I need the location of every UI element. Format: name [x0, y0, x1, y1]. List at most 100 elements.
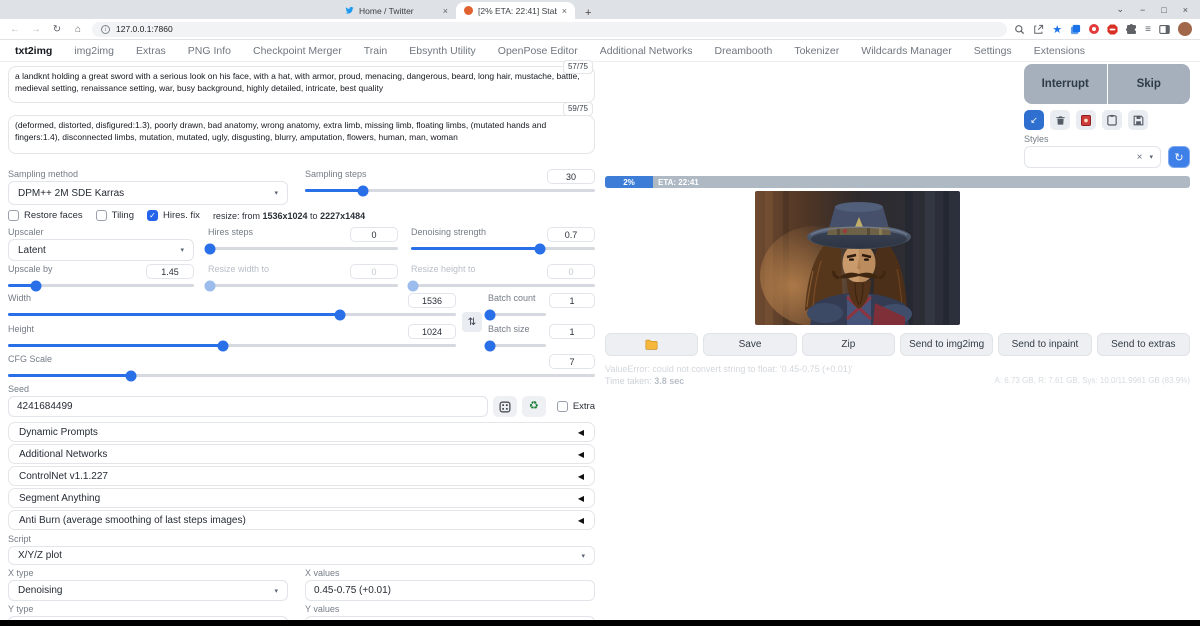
resize-width-input: 0	[350, 264, 398, 279]
upscale-by-slider[interactable]	[8, 280, 194, 291]
batch-count-input[interactable]: 1	[549, 293, 595, 308]
tab-checkpoint-merger[interactable]: Checkpoint Merger	[242, 45, 353, 57]
refresh-styles-button[interactable]: ↻	[1168, 146, 1190, 168]
styles-dropdown[interactable]: × ▾	[1024, 146, 1161, 168]
cfg-scale-input[interactable]: 7	[549, 354, 595, 369]
hires-steps-input[interactable]: 0	[350, 227, 398, 242]
tab-dreambooth[interactable]: Dreambooth	[704, 45, 784, 57]
open-folder-button[interactable]	[605, 333, 699, 356]
swap-dimensions-button[interactable]: ⇅	[462, 312, 482, 332]
negative-prompt-input[interactable]: (deformed, distorted, disfigured:1.3), p…	[8, 115, 595, 154]
negative-token-counter: 59/75	[562, 102, 593, 116]
send-to-img2img-button[interactable]: Send to img2img	[899, 333, 994, 356]
extra-seed-checkbox[interactable]: Extra	[556, 401, 595, 412]
accordion-controlnet[interactable]: ControlNet v1.1.227 ◀	[8, 466, 595, 486]
accordion-segment-anything[interactable]: Segment Anything ◀	[8, 488, 595, 508]
tab-tokenizer[interactable]: Tokenizer	[783, 45, 850, 57]
url-bar[interactable]: i 127.0.0.1:7860	[92, 21, 1008, 37]
batch-count-label: Batch count	[488, 293, 536, 303]
seed-input[interactable]: 4241684499	[8, 396, 488, 417]
home-button[interactable]: ⌂	[71, 24, 85, 35]
menu-lines-icon[interactable]: ≡	[1145, 24, 1151, 35]
sampling-steps-slider[interactable]	[305, 185, 595, 196]
hires-fix-checkbox[interactable]: ✓ Hires. fix	[146, 210, 200, 221]
tab-img2img[interactable]: img2img	[63, 45, 125, 57]
progress-bar: 2% ETA: 22:41	[605, 176, 1190, 188]
extensions-puzzle-icon[interactable]	[1126, 23, 1137, 35]
tab-txt2img[interactable]: txt2img	[4, 45, 63, 57]
random-seed-button[interactable]	[492, 396, 517, 417]
new-tab-button[interactable]: +	[575, 7, 601, 19]
paste-generation-params-button[interactable]: ↙	[1024, 110, 1044, 130]
send-to-inpaint-button[interactable]: Send to inpaint	[998, 333, 1092, 356]
save-button[interactable]: Save	[703, 333, 797, 356]
zoom-icon[interactable]	[1014, 24, 1025, 35]
interrupt-button[interactable]: Interrupt	[1024, 64, 1107, 104]
batch-size-slider[interactable]	[484, 340, 546, 351]
save-style-button[interactable]	[1128, 110, 1148, 130]
sampling-method-dropdown[interactable]: DPM++ 2M SDE Karras ▾	[8, 181, 288, 205]
upscaler-dropdown[interactable]: Latent ▾	[8, 239, 194, 261]
forward-button[interactable]: →	[29, 24, 43, 35]
denoising-strength-input[interactable]: 0.7	[547, 227, 595, 242]
sidebar-icon[interactable]	[1159, 24, 1170, 35]
apply-styles-button[interactable]	[1102, 110, 1122, 130]
profile-avatar[interactable]	[1178, 22, 1192, 36]
tab-close-icon[interactable]: ×	[443, 6, 448, 16]
share-icon[interactable]	[1033, 24, 1044, 35]
x-values-input[interactable]: 0.45-0.75 (+0.01)	[305, 580, 595, 601]
height-slider[interactable]	[8, 340, 456, 351]
stop-extension-icon[interactable]	[1107, 23, 1118, 35]
tab-extras[interactable]: Extras	[125, 45, 177, 57]
clear-prompt-button[interactable]	[1050, 110, 1070, 130]
tab-extensions[interactable]: Extensions	[1023, 45, 1096, 57]
denoising-strength-slider[interactable]	[411, 243, 595, 254]
accordion-anti-burn[interactable]: Anti Burn (average smoothing of last ste…	[8, 510, 595, 530]
minimize-button[interactable]: −	[1140, 5, 1145, 15]
restore-faces-checkbox[interactable]: Restore faces	[8, 210, 83, 221]
tab-openpose-editor[interactable]: OpenPose Editor	[487, 45, 589, 57]
cfg-scale-slider[interactable]	[8, 370, 595, 381]
batch-count-slider[interactable]	[484, 309, 546, 320]
send-to-extras-button[interactable]: Send to extras	[1096, 333, 1190, 356]
adblock-extension-icon[interactable]	[1089, 24, 1100, 34]
bookmark-star-icon[interactable]: ★	[1052, 23, 1062, 36]
extra-networks-button[interactable]	[1076, 110, 1096, 130]
browser-tab-twitter[interactable]: Home / Twitter ×	[337, 2, 456, 19]
accordion-additional-networks[interactable]: Additional Networks ◀	[8, 444, 595, 464]
accordion-dynamic-prompts[interactable]: Dynamic Prompts ◀	[8, 422, 595, 442]
tab-png-info[interactable]: PNG Info	[177, 45, 242, 57]
tab-close-icon[interactable]: ×	[562, 6, 567, 16]
skip-button[interactable]: Skip	[1107, 64, 1190, 104]
maximize-button[interactable]: □	[1161, 5, 1166, 15]
prompt-input[interactable]: a landknt holding a great sword with a s…	[8, 66, 595, 103]
tab-ebsynth-utility[interactable]: Ebsynth Utility	[398, 45, 487, 57]
width-slider[interactable]	[8, 309, 456, 320]
blue-pages-extension-icon[interactable]	[1070, 24, 1081, 35]
script-dropdown[interactable]: X/Y/Z plot ▾	[8, 546, 595, 565]
tab-search-icon[interactable]: ⌄	[1116, 4, 1124, 15]
sampling-steps-input[interactable]: 30	[547, 169, 595, 184]
clear-styles-icon[interactable]: ×	[1137, 152, 1143, 163]
height-input[interactable]: 1024	[408, 324, 456, 339]
hires-steps-slider[interactable]	[204, 243, 398, 254]
back-button[interactable]: ←	[8, 24, 22, 35]
resize-from-value: 1536x1024	[262, 210, 308, 221]
tiling-checkbox[interactable]: Tiling	[95, 210, 134, 221]
generated-image[interactable]	[755, 190, 960, 325]
upscale-by-input[interactable]: 1.45	[146, 264, 194, 279]
browser-tab-stable-diffusion[interactable]: [2% ETA: 22:41] Stable Diffusion ×	[456, 2, 575, 19]
width-input[interactable]: 1536	[408, 293, 456, 308]
tab-settings[interactable]: Settings	[963, 45, 1023, 57]
batch-size-input[interactable]: 1	[549, 324, 595, 339]
zip-button[interactable]: Zip	[801, 333, 895, 356]
tab-additional-networks[interactable]: Additional Networks	[589, 45, 704, 57]
tab-wildcards-manager[interactable]: Wildcards Manager	[850, 45, 962, 57]
reuse-seed-button[interactable]: ♻	[521, 396, 546, 417]
tab-train[interactable]: Train	[353, 45, 399, 57]
sampling-method-value: DPM++ 2M SDE Karras	[18, 187, 125, 199]
site-info-icon[interactable]: i	[101, 24, 110, 34]
reload-button[interactable]: ↻	[50, 24, 64, 35]
x-type-dropdown[interactable]: Denoising ▾	[8, 580, 288, 601]
close-window-button[interactable]: ×	[1183, 5, 1188, 15]
